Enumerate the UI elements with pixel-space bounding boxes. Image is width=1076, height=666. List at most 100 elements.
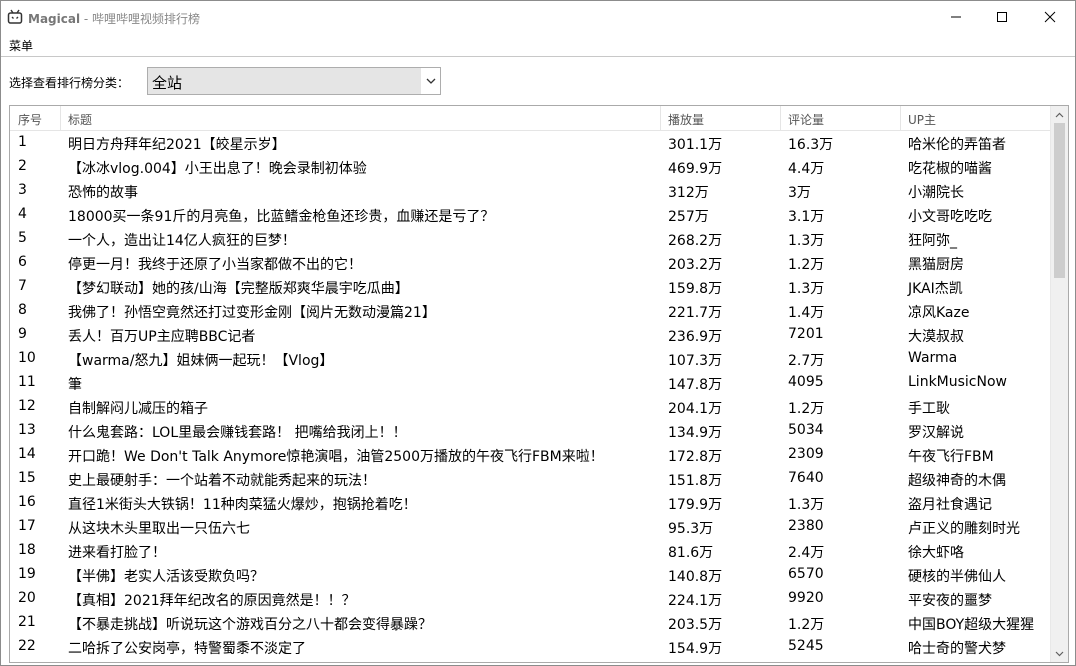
- header-title[interactable]: 标题: [68, 111, 92, 128]
- row-uploader: 大漠叔叔: [908, 329, 964, 345]
- row-uploader: 超级神奇的木偶: [908, 473, 1006, 489]
- minimize-button[interactable]: [933, 1, 979, 33]
- row-index: 2: [18, 158, 27, 174]
- row-index: 5: [18, 230, 27, 246]
- table-row[interactable]: 15 史上最硬射手：一个站着不动就能秀起来的玩法！ 151.8万 7640 超级神奇的木…: [10, 467, 1058, 491]
- row-uploader: 罗汉解说: [908, 425, 964, 441]
- table-row[interactable]: 19 【半佛】老实人活该受欺负吗？ 140.8万 6570 硬核的半佛仙人: [10, 563, 1058, 587]
- row-uploader: LinkMusicNow: [908, 374, 1007, 390]
- row-comments: 1.3万: [788, 497, 825, 513]
- row-index: 3: [18, 182, 27, 198]
- row-index: 8: [18, 302, 27, 318]
- row-title: 停更一月！我终于还原了小当家都做不出的它！: [68, 257, 362, 273]
- table-row[interactable]: 12 自制解闷儿减压的箱子 204.1万 1.2万 手工耿: [10, 395, 1058, 419]
- table-row[interactable]: 7 【梦幻联动】她的孩/山海【完整版郑爽华晨宇吃瓜曲】 159.8万 1.3万 JKAI…: [10, 275, 1058, 299]
- row-comments: 1.3万: [788, 233, 825, 249]
- row-uploader: JKAI杰凯: [908, 281, 963, 297]
- table-row[interactable]: 6 停更一月！我终于还原了小当家都做不出的它！ 203.2万 1.2万 黑猫厨房: [10, 251, 1058, 275]
- row-title: 明日方舟拜年纪2021【皎星示岁】: [68, 137, 286, 153]
- row-plays: 312万: [668, 185, 709, 201]
- close-icon: [1044, 8, 1056, 27]
- vertical-scrollbar[interactable]: [1050, 106, 1068, 662]
- row-uploader: 凉风Kaze: [908, 305, 970, 321]
- close-button[interactable]: [1027, 1, 1073, 33]
- maximize-button[interactable]: [979, 1, 1025, 33]
- row-uploader: 徐大虾咯: [908, 545, 964, 561]
- row-plays: 236.9万: [668, 329, 723, 345]
- row-index: 15: [18, 470, 36, 486]
- row-comments: 2.4万: [788, 545, 825, 561]
- row-plays: 203.5万: [668, 617, 723, 633]
- row-title: 恐怖的故事: [68, 185, 138, 201]
- row-comments: 1.2万: [788, 617, 825, 633]
- scroll-up-icon[interactable]: [1051, 106, 1068, 123]
- table-row[interactable]: 18 进来看打脸了！ 81.6万 2.4万 徐大虾咯: [10, 539, 1058, 563]
- row-comments: 9920: [788, 590, 824, 606]
- row-index: 18: [18, 542, 36, 558]
- row-plays: 154.9万: [668, 641, 723, 657]
- header-index[interactable]: 序号: [18, 111, 42, 128]
- table-row[interactable]: 4 18000买一条91斤的月亮鱼，比蓝鳍金枪鱼还珍贵，血赚还是亏了？ 257万 3.…: [10, 203, 1058, 227]
- row-index: 14: [18, 446, 36, 462]
- row-comments: 1.2万: [788, 257, 825, 273]
- table-row[interactable]: 21 【不暴走挑战】听说玩这个游戏百分之八十都会变得暴躁？ 203.5万 1.2万 中国…: [10, 611, 1058, 635]
- row-comments: 1.2万: [788, 401, 825, 417]
- row-plays: 257万: [668, 209, 709, 225]
- row-title: 【真相】2021拜年纪改名的原因竟然是！！？: [68, 593, 356, 609]
- table-row[interactable]: 8 我佛了！孙悟空竟然还打过变形金刚【阅片无数动漫篇21】 221.7万 1.4万 凉风…: [10, 299, 1058, 323]
- row-plays: 268.2万: [668, 233, 723, 249]
- chevron-down-icon[interactable]: [421, 68, 440, 94]
- row-plays: 81.6万: [668, 545, 714, 561]
- row-index: 17: [18, 518, 36, 534]
- table-row[interactable]: 10 【warma/怒九】姐妹俩一起玩！【Vlog】 107.3万 2.7万 Warma: [10, 347, 1058, 371]
- table-row[interactable]: 9 丢人！百万UP主应聘BBC记者 236.9万 7201 大漠叔叔: [10, 323, 1058, 347]
- row-comments: 7201: [788, 326, 824, 342]
- row-index: 9: [18, 326, 27, 342]
- row-comments: 2309: [788, 446, 824, 462]
- menu-item-main[interactable]: 菜单: [9, 37, 33, 54]
- category-label: 选择查看排行榜分类：: [9, 76, 130, 90]
- row-plays: 204.1万: [668, 401, 723, 417]
- table-row[interactable]: 22 二哈拆了公安岗亭，特警蜀黍不淡定了 154.9万 5245 哈士奇的警犬梦: [10, 635, 1058, 659]
- row-index: 22: [18, 638, 36, 654]
- row-comments: 3万: [788, 185, 811, 201]
- window-title: Magical - 哔哩哔哩视频排行榜: [28, 12, 201, 26]
- table-row[interactable]: 14 开口跪！We Don't Talk Anymore惊艳演唱，油管2500万播…: [10, 443, 1058, 467]
- row-title: 【不暴走挑战】听说玩这个游戏百分之八十都会变得暴躁？: [68, 617, 432, 633]
- row-uploader: 平安夜的噩梦: [908, 593, 992, 609]
- table-row[interactable]: 16 直径1米街头大铁锅！11种肉菜猛火爆炒，抱锅抢着吃！ 179.9万 1.3万 盗月…: [10, 491, 1058, 515]
- row-comments: 2.7万: [788, 353, 825, 369]
- header-plays[interactable]: 播放量: [668, 111, 704, 128]
- row-title: 进来看打脸了！: [68, 545, 166, 561]
- row-uploader: Warma: [908, 350, 958, 366]
- row-index: 13: [18, 422, 36, 438]
- title-bar[interactable]: Magical - 哔哩哔哩视频排行榜: [1, 1, 1075, 34]
- row-comments: 5245: [788, 638, 824, 654]
- category-selected-value: 全站: [152, 74, 183, 92]
- row-title: 从这块木头里取出一只伍六七: [68, 521, 250, 537]
- table-row[interactable]: 1 明日方舟拜年纪2021【皎星示岁】 301.1万 16.3万 哈米伦的弄笛者: [10, 131, 1058, 155]
- header-uploader[interactable]: UP主: [908, 111, 936, 128]
- row-title: 18000买一条91斤的月亮鱼，比蓝鳍金枪鱼还珍贵，血赚还是亏了？: [68, 209, 495, 225]
- scrollbar-thumb[interactable]: [1054, 123, 1065, 278]
- row-comments: 7640: [788, 470, 824, 486]
- header-comments[interactable]: 评论量: [788, 111, 824, 128]
- table-row[interactable]: 13 什么鬼套路：LOL里最会赚钱套路！ 把嘴给我闭上！！ 134.9万 5034 罗汉…: [10, 419, 1058, 443]
- table-row[interactable]: 3 恐怖的故事 312万 3万 小潮院长: [10, 179, 1058, 203]
- menu-bar: 菜单: [1, 34, 1075, 57]
- row-title: 二哈拆了公安岗亭，特警蜀黍不淡定了: [68, 641, 306, 657]
- row-index: 4: [18, 206, 27, 222]
- table-row[interactable]: 2 【冰冰vlog.004】小王出息了！晚会录制初体验 469.9万 4.4万 吃花椒的…: [10, 155, 1058, 179]
- table-row[interactable]: 20 【真相】2021拜年纪改名的原因竟然是！！？ 224.1万 9920 平安夜的噩梦: [10, 587, 1058, 611]
- row-index: 6: [18, 254, 27, 270]
- table-row[interactable]: 5 一个人，造出让14亿人疯狂的巨梦！ 268.2万 1.3万 狂阿弥_: [10, 227, 1058, 251]
- row-uploader: 狂阿弥_: [908, 233, 957, 249]
- row-uploader: 哈米伦的弄笛者: [908, 137, 1006, 153]
- row-title: 【冰冰vlog.004】小王出息了！晚会录制初体验: [68, 161, 367, 177]
- category-dropdown[interactable]: 全站: [147, 67, 441, 95]
- table-row[interactable]: 11 筆 147.8万 4095 LinkMusicNow: [10, 371, 1058, 395]
- scroll-down-icon[interactable]: [1051, 645, 1068, 662]
- row-uploader: 哈士奇的警犬梦: [908, 641, 1006, 657]
- row-title: 开口跪！We Don't Talk Anymore惊艳演唱，油管2500万播放的…: [68, 449, 604, 465]
- table-row[interactable]: 17 从这块木头里取出一只伍六七 95.3万 2380 卢正义的雕刻时光: [10, 515, 1058, 539]
